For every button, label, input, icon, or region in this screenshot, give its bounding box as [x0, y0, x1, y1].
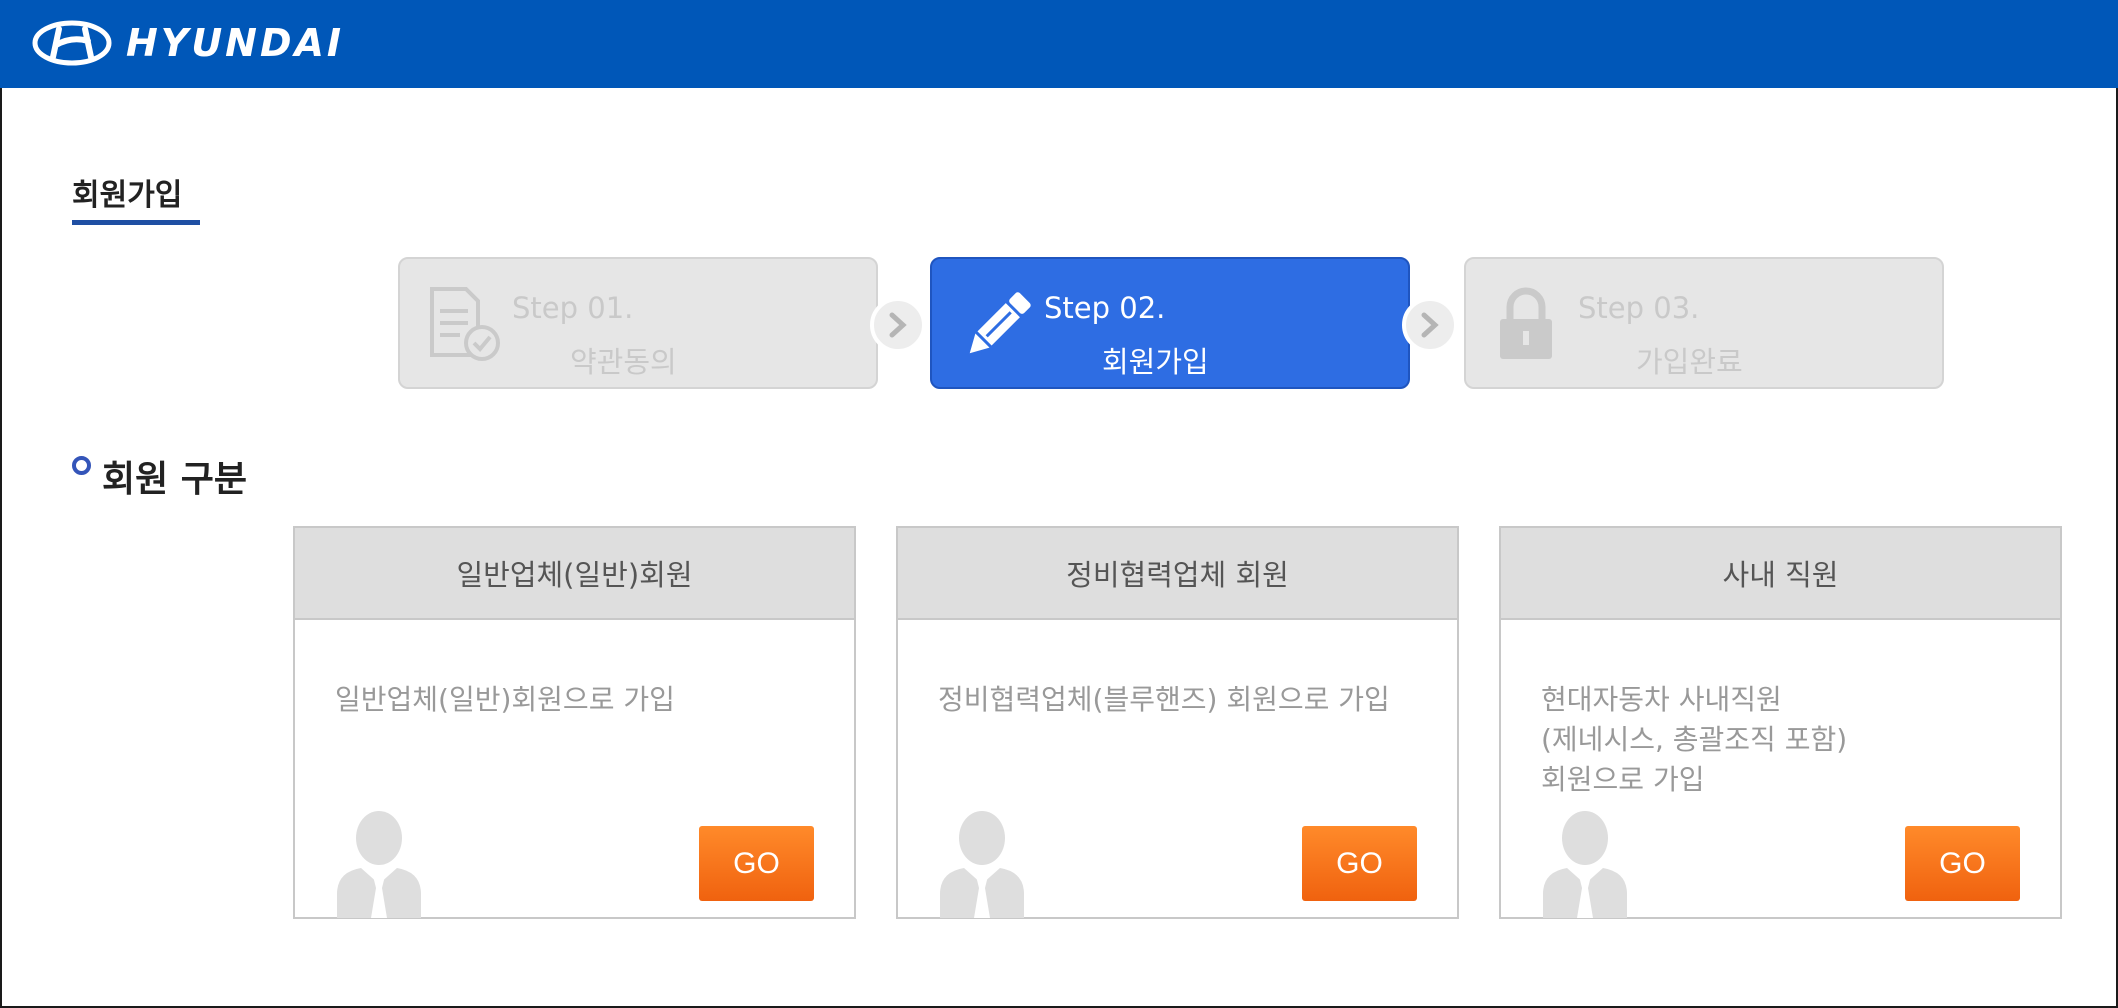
user-avatar-icon: [1543, 811, 1627, 918]
card-title: 정비협력업체 회원: [898, 528, 1457, 620]
site-header: HYUNDAI: [0, 0, 2118, 88]
step-number: Step 03.: [1578, 291, 1700, 325]
page-title-underline: [72, 220, 200, 225]
step-03-complete: Step 03. 가입완료: [1464, 257, 1944, 389]
step-label: 약관동의: [570, 345, 677, 379]
logo-wordmark: HYUNDAI: [126, 21, 345, 65]
go-button-general[interactable]: GO: [699, 826, 814, 901]
pencil-icon: [969, 292, 1031, 354]
card-description: 일반업체(일반)회원으로 가입: [335, 683, 675, 716]
lock-icon: [1500, 287, 1552, 359]
user-avatar-icon: [940, 811, 1024, 918]
step-label: 회원가입: [1102, 345, 1209, 379]
user-avatar-icon: [337, 811, 421, 918]
go-button-employee[interactable]: GO: [1905, 826, 2020, 901]
document-check-icon: [430, 287, 500, 361]
member-type-card-employee: 사내 직원 현대자동차 사내직원 (제네시스, 총괄조직 포함) 회원으로 가입…: [1499, 526, 2062, 919]
section-bullet-icon: [72, 456, 91, 475]
card-description: 현대자동차 사내직원 (제네시스, 총괄조직 포함) 회원으로 가입: [1541, 683, 1848, 796]
hyundai-emblem-icon: [32, 20, 112, 66]
chevron-right-icon: [1402, 297, 1458, 353]
go-button-bluehands[interactable]: GO: [1302, 826, 1417, 901]
member-type-card-general: 일반업체(일반)회원 일반업체(일반)회원으로 가입 GO: [293, 526, 856, 919]
section-title: 회원 구분: [102, 459, 248, 500]
hyundai-logo[interactable]: HYUNDAI: [32, 20, 344, 66]
step-number: Step 02.: [1044, 291, 1166, 325]
page-title: 회원가입: [72, 178, 183, 213]
step-01-terms: Step 01. 약관동의: [398, 257, 878, 389]
step-label: 가입완료: [1636, 345, 1743, 379]
card-title: 사내 직원: [1501, 528, 2060, 620]
card-title: 일반업체(일반)회원: [295, 528, 854, 620]
step-number: Step 01.: [512, 291, 634, 325]
step-02-signup: Step 02. 회원가입: [930, 257, 1410, 389]
chevron-right-icon: [870, 297, 926, 353]
card-description: 정비협력업체(블루핸즈) 회원으로 가입: [938, 683, 1390, 716]
member-type-card-bluehands: 정비협력업체 회원 정비협력업체(블루핸즈) 회원으로 가입 GO: [896, 526, 1459, 919]
